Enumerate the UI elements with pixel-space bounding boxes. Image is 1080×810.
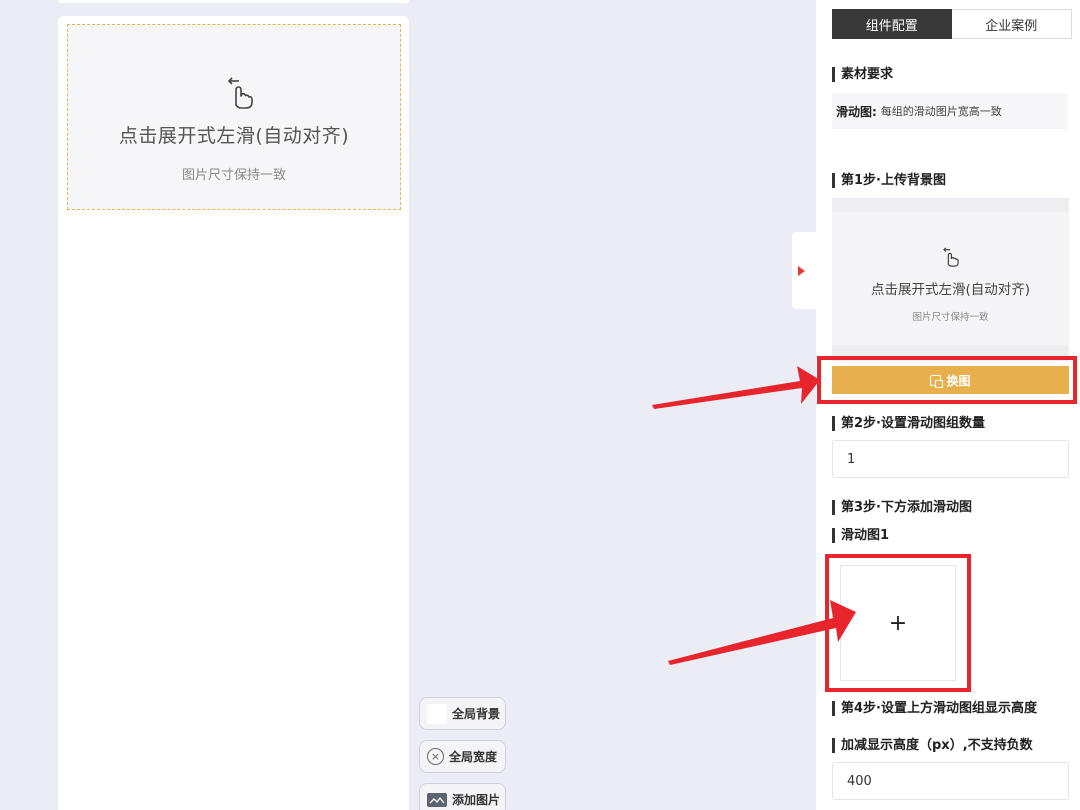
material-requirements-box: 滑动图: 每组的滑动图片宽高一致: [832, 93, 1068, 129]
slider-placeholder[interactable]: 点击展开式左滑(自动对齐) 图片尺寸保持一致: [67, 24, 401, 210]
material-key: 滑动图:: [836, 104, 877, 119]
global-width-button[interactable]: × 全局宽度: [419, 740, 506, 773]
slide1-heading: 滑动图1: [832, 528, 889, 543]
arrow-to-replace-button: [652, 366, 820, 409]
step2-heading: 第2步·设置滑动图组数量: [832, 416, 985, 431]
preview-subtitle: 图片尺寸保持一致: [181, 168, 286, 183]
global-background-label: 全局背景: [452, 707, 501, 721]
add-image-button[interactable]: 添加图片: [419, 783, 506, 810]
add-image-label: 添加图片: [452, 793, 501, 807]
tab-enterprise-cases[interactable]: 企业案例: [951, 9, 1072, 39]
panel-collapse-toggle[interactable]: [792, 232, 816, 309]
hand-swipe-icon: [227, 77, 253, 109]
preview-title: 点击展开式左滑(自动对齐): [118, 125, 350, 147]
caret-right-icon: [797, 265, 805, 276]
global-width-label: 全局宽度: [449, 750, 498, 764]
highlight-frame-replace: [817, 356, 1077, 404]
group-count-input[interactable]: 1: [832, 440, 1069, 478]
global-background-button[interactable]: 全局背景: [419, 697, 506, 730]
background-preview-title: 点击展开式左滑(自动对齐): [870, 282, 1031, 298]
material-requirements-heading: 素材要求: [832, 67, 893, 82]
background-image-preview[interactable]: 点击展开式左滑(自动对齐) 图片尺寸保持一致: [832, 198, 1069, 361]
image-icon: [427, 792, 447, 807]
preview-top-strip: [58, 0, 409, 3]
preview-panel: 点击展开式左滑(自动对齐) 图片尺寸保持一致: [58, 16, 409, 810]
hand-swipe-icon: [943, 247, 959, 267]
step1-heading: 第1步·上传背景图: [832, 173, 946, 188]
close-circle-icon: ×: [427, 748, 444, 765]
background-preview-subtitle: 图片尺寸保持一致: [912, 312, 989, 323]
white-square-icon: [427, 703, 447, 724]
config-tabs: 组件配置 企业案例: [832, 9, 1072, 39]
height-label: 加减显示高度（px）,不支持负数: [832, 738, 1033, 753]
tab-component-config[interactable]: 组件配置: [832, 9, 952, 39]
step4-heading: 第4步·设置上方滑动图组显示高度: [832, 701, 1037, 716]
preview-top-shade: [832, 198, 1069, 212]
highlight-frame-add-slide: [825, 554, 971, 692]
material-value: 每组的滑动图片宽高一致: [880, 105, 1002, 118]
display-height-input[interactable]: 400: [832, 762, 1069, 800]
step3-heading: 第3步·下方添加滑动图: [832, 500, 972, 515]
